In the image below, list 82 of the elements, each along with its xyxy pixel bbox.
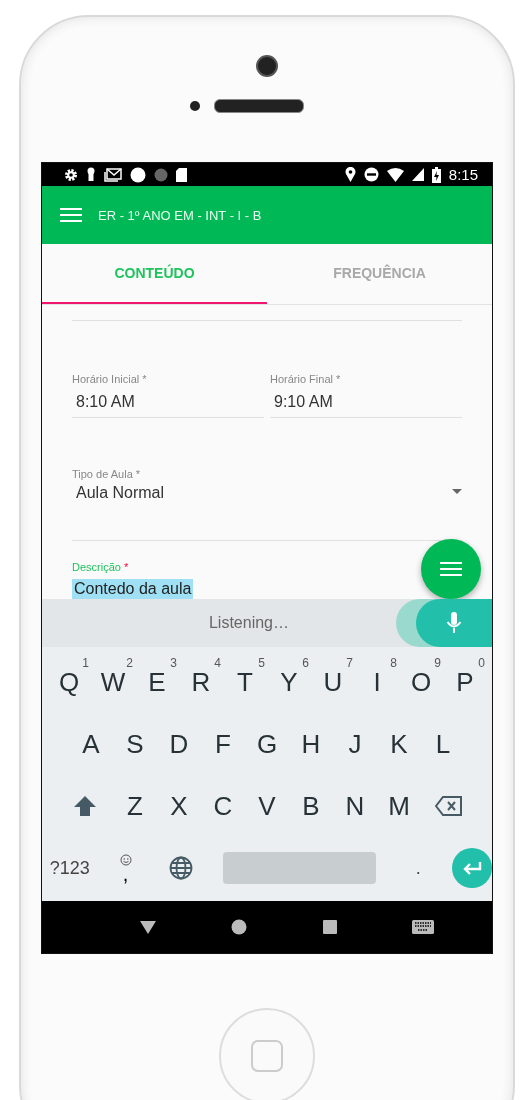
- field-value: 9:10 AM: [273, 393, 334, 411]
- time-field[interactable]: Horário Inicial * 8:10 AM: [72, 373, 264, 418]
- key[interactable]: J: [333, 716, 377, 772]
- time-field[interactable]: Horário Final * 9:10 AM: [270, 373, 462, 418]
- sd-card-icon: [176, 167, 187, 182]
- keyhole-icon: [86, 167, 96, 182]
- dropdown-field[interactable]: Tipo de Aula * Aula Normal: [72, 468, 462, 541]
- key-hint: 7: [346, 656, 353, 670]
- key[interactable]: G: [245, 716, 289, 772]
- key-hint: 5: [258, 656, 265, 670]
- key[interactable]: E 3: [135, 654, 179, 710]
- key-hint: 1: [82, 656, 89, 670]
- shift-arrow-icon: [73, 795, 97, 817]
- field-value: Aula Normal: [75, 484, 165, 502]
- key[interactable]: F: [201, 716, 245, 772]
- return-arrow-icon: [462, 861, 483, 875]
- menu-fab[interactable]: [421, 539, 481, 599]
- listening-status: Listening…: [207, 614, 290, 632]
- key-label: ,: [122, 866, 129, 882]
- circle-icon: [154, 167, 168, 182]
- key[interactable]: Z: [113, 778, 157, 834]
- key[interactable]: W 2: [91, 654, 135, 710]
- signal-icon: [411, 168, 424, 181]
- home-square-icon: [251, 1040, 283, 1072]
- location-pin-icon: [344, 167, 356, 182]
- key-hint: 4: [214, 656, 221, 670]
- key[interactable]: H: [289, 716, 333, 772]
- globe-icon: [169, 856, 194, 880]
- key[interactable]: P 0: [443, 654, 487, 710]
- key[interactable]: X: [157, 778, 201, 834]
- field-label: Horário Final *: [270, 373, 341, 385]
- sensor-dot: [190, 101, 200, 111]
- microphone-icon: [446, 612, 462, 634]
- do-not-disturb-icon: [363, 167, 379, 182]
- key[interactable]: V: [245, 778, 289, 834]
- key[interactable]: I 8: [355, 654, 399, 710]
- key[interactable]: K: [377, 716, 421, 772]
- back-triangle-icon[interactable]: [139, 920, 156, 934]
- smiley-icon: [119, 854, 132, 866]
- key-hint: 0: [478, 656, 485, 670]
- menu-icon: [440, 562, 462, 576]
- key[interactable]: M: [377, 778, 421, 834]
- comma-key[interactable]: ,: [97, 843, 154, 893]
- key-hint: 3: [170, 656, 177, 670]
- app-bar-title: ER - 1º ANO EM - INT - I - B: [98, 207, 262, 223]
- dropdown-arrow-icon: [452, 488, 462, 494]
- backspace-icon: [435, 795, 463, 817]
- symbols-key[interactable]: ?123: [42, 843, 98, 893]
- battery-charging-icon: [431, 166, 441, 183]
- key[interactable]: O 9: [399, 654, 443, 710]
- status-time: 8:15: [448, 166, 478, 183]
- circle-icon: [130, 166, 146, 183]
- key[interactable]: N: [333, 778, 377, 834]
- key[interactable]: A: [69, 716, 113, 772]
- gear-icon: [64, 167, 78, 182]
- key[interactable]: L: [421, 716, 465, 772]
- key[interactable]: R 4: [179, 654, 223, 710]
- key-hint: 2: [126, 656, 133, 670]
- camera-lens: [256, 55, 278, 77]
- menu-icon[interactable]: [60, 207, 82, 223]
- key[interactable]: Q 1: [47, 654, 91, 710]
- key-hint: 9: [434, 656, 441, 670]
- key-hint: 6: [302, 656, 309, 670]
- key[interactable]: S: [113, 716, 157, 772]
- key[interactable]: B: [289, 778, 333, 834]
- key-hint: 8: [390, 656, 397, 670]
- key[interactable]: D: [157, 716, 201, 772]
- wifi-icon: [386, 167, 404, 182]
- mail-icon: [104, 167, 122, 182]
- field-label: Horário Inicial *: [72, 373, 147, 385]
- home-circle-icon[interactable]: [231, 919, 248, 935]
- keyboard-icon[interactable]: [412, 920, 435, 934]
- key[interactable]: U 7: [311, 654, 355, 710]
- field-label: Descrição *: [72, 561, 129, 573]
- key[interactable]: Y 6: [267, 654, 311, 710]
- description-input[interactable]: Contedo da aula: [72, 579, 194, 599]
- key[interactable]: C: [201, 778, 245, 834]
- field-label: Tipo de Aula *: [72, 468, 141, 480]
- key[interactable]: T 5: [223, 654, 267, 710]
- period-key[interactable]: .: [390, 843, 447, 893]
- field-value: 8:10 AM: [75, 393, 136, 411]
- recents-square-icon[interactable]: [322, 920, 337, 934]
